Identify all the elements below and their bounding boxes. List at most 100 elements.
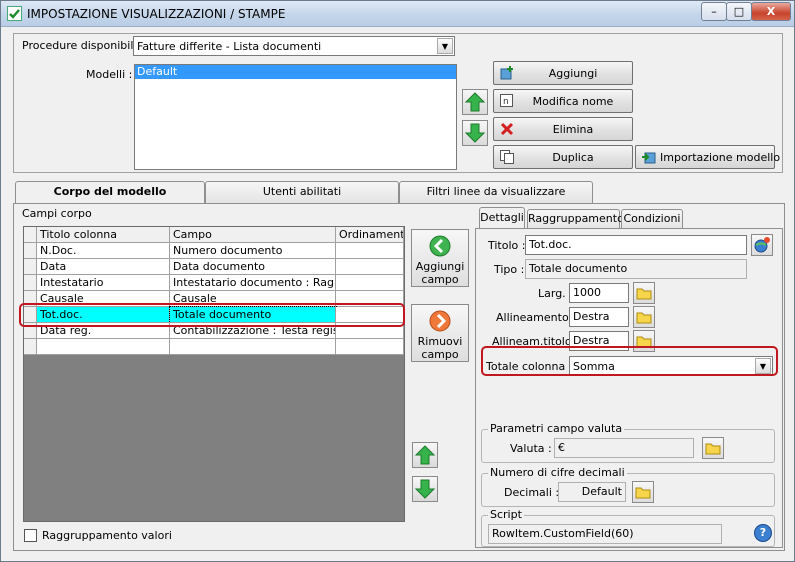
row-selector[interactable] xyxy=(24,243,37,259)
tab-filtri-linee[interactable]: Filtri linee da visualizzare xyxy=(399,181,593,203)
aggiungi-campo-line2: campo xyxy=(421,273,459,286)
tab-corpo-modello[interactable]: Corpo del modello xyxy=(15,181,205,205)
main-window: IMPOSTAZIONE VISUALIZZAZIONI / STAMPE – … xyxy=(0,0,795,562)
titolo-label: Titolo : xyxy=(488,239,526,252)
column-header-ordinamento[interactable]: Ordinamento xyxy=(336,227,404,243)
arrow-down-icon xyxy=(464,123,486,143)
elimina-button[interactable]: Elimina xyxy=(493,117,633,141)
help-icon[interactable]: ? xyxy=(754,524,772,542)
move-down-model-button[interactable] xyxy=(462,120,488,146)
elimina-label: Elimina xyxy=(552,123,594,136)
table-cell-campo[interactable]: Data documento xyxy=(170,259,336,275)
app-checkmark-icon xyxy=(7,6,22,21)
move-up-model-button[interactable] xyxy=(462,89,488,115)
procedure-label: Procedure disponibili : xyxy=(22,39,144,52)
table-cell-ord[interactable] xyxy=(336,275,404,291)
arrow-left-green-icon xyxy=(429,235,451,257)
arrow-down-icon xyxy=(414,479,436,499)
import-icon xyxy=(641,149,657,165)
table-cell-ord[interactable] xyxy=(336,243,404,259)
modelli-list-item[interactable]: Default xyxy=(135,65,456,79)
importazione-modello-button[interactable]: Importazione modello xyxy=(635,145,781,169)
duplica-button[interactable]: Duplica xyxy=(493,145,633,169)
close-button[interactable]: X xyxy=(751,2,791,21)
allineamento-folder-button[interactable] xyxy=(633,306,655,328)
table-cell-titolo[interactable]: Data xyxy=(37,259,170,275)
decimali-folder-button[interactable] xyxy=(632,481,654,503)
arrow-up-icon xyxy=(414,445,436,465)
rimuovi-campo-line2: campo xyxy=(421,348,459,361)
parametri-valuta-group: Parametri campo valuta Valuta : € xyxy=(481,422,775,463)
raggruppamento-valori-checkbox[interactable] xyxy=(24,529,37,542)
column-header-titolo[interactable]: Titolo colonna xyxy=(37,227,170,243)
rimuovi-campo-line1: Rimuovi xyxy=(417,335,463,348)
valuta-folder-button[interactable] xyxy=(702,437,724,459)
move-up-field-button[interactable] xyxy=(412,442,438,468)
campi-corpo-grid[interactable]: Titolo colonna Campo Ordinamento N.Doc.N… xyxy=(23,226,405,522)
modifica-label: Modifica nome xyxy=(532,95,614,108)
aggiungi-label: Aggiungi xyxy=(548,67,598,80)
folder-icon xyxy=(705,443,721,455)
tab-utenti-abilitati[interactable]: Utenti abilitati xyxy=(205,181,399,203)
arrow-up-icon xyxy=(464,92,486,112)
table-cell-campo[interactable]: Intestatario documento : Ragion... xyxy=(170,275,336,291)
tab-dettagli[interactable]: Dettagli xyxy=(479,207,525,229)
modelli-list[interactable]: Default xyxy=(134,64,457,170)
rimuovi-campo-button[interactable]: Rimuovi campo xyxy=(411,304,469,362)
move-down-field-button[interactable] xyxy=(412,476,438,502)
folder-icon xyxy=(636,288,652,300)
chevron-down-icon[interactable]: ▼ xyxy=(437,38,453,54)
highlight-selected-row xyxy=(19,303,405,327)
title-bar: IMPOSTAZIONE VISUALIZZAZIONI / STAMPE – … xyxy=(1,1,794,27)
allineamento-input[interactable]: Destra xyxy=(569,307,629,327)
table-cell-campo[interactable]: Numero documento xyxy=(170,243,336,259)
aggiungi-campo-line1: Aggiungi xyxy=(415,260,465,273)
modifica-nome-button[interactable]: n Modifica nome xyxy=(493,89,633,113)
raggruppamento-valori-label: Raggruppamento valori xyxy=(42,529,172,542)
minimize-button[interactable]: – xyxy=(701,2,727,21)
valuta-field: € xyxy=(554,438,694,458)
procedure-panel: Procedure disponibili : Fatture differit… xyxy=(13,33,783,173)
table-cell-ord[interactable] xyxy=(336,339,404,355)
column-header-campo[interactable]: Campo xyxy=(170,227,336,243)
table-cell-campo[interactable] xyxy=(170,339,336,355)
add-db-icon xyxy=(499,65,515,81)
table-cell-ord[interactable] xyxy=(336,259,404,275)
globe-button[interactable] xyxy=(751,234,773,256)
script-group: Script RowItem.CustomField(60) ? xyxy=(481,508,775,547)
aggiungi-campo-button[interactable]: Aggiungi campo xyxy=(411,229,469,287)
script-title: Script xyxy=(488,508,524,521)
table-cell-titolo[interactable] xyxy=(37,339,170,355)
procedure-value: Fatture differite - Lista documenti xyxy=(137,40,322,53)
dettagli-panel: Titolo : Tot.doc. Tipo : Totale document… xyxy=(475,228,783,548)
arrow-right-orange-icon xyxy=(429,310,451,332)
larg-folder-button[interactable] xyxy=(633,282,655,304)
row-selector[interactable] xyxy=(24,259,37,275)
svg-text:n: n xyxy=(503,97,509,107)
duplicate-icon xyxy=(499,149,515,165)
window-title: IMPOSTAZIONE VISUALIZZAZIONI / STAMPE xyxy=(27,7,286,21)
titolo-input[interactable]: Tot.doc. xyxy=(525,235,747,255)
tab-raggruppamento[interactable]: Raggruppamento xyxy=(527,209,624,229)
tab-condizioni[interactable]: Condizioni xyxy=(621,209,683,229)
grid-corner xyxy=(24,227,37,243)
corpo-panel: Campi corpo Titolo colonna Campo Ordinam… xyxy=(13,203,785,551)
folder-icon xyxy=(636,312,652,324)
larg-input[interactable]: 1000 xyxy=(569,283,629,303)
tipo-field: Totale documento xyxy=(525,259,747,279)
aggiungi-button[interactable]: Aggiungi xyxy=(493,61,633,85)
table-cell-titolo[interactable]: N.Doc. xyxy=(37,243,170,259)
procedure-select[interactable]: Fatture differite - Lista documenti ▼ xyxy=(133,36,455,56)
modelli-label: Modelli : xyxy=(86,68,133,81)
table-cell-titolo[interactable]: Intestatario xyxy=(37,275,170,291)
globe-icon xyxy=(754,237,770,253)
maximize-button[interactable]: □ xyxy=(726,2,752,21)
delete-x-icon xyxy=(499,121,515,137)
tipo-label: Tipo : xyxy=(494,263,525,276)
importazione-label: Importazione modello xyxy=(660,151,781,164)
row-selector[interactable] xyxy=(24,275,37,291)
rename-icon: n xyxy=(499,93,515,109)
duplica-label: Duplica xyxy=(552,151,594,164)
row-selector[interactable] xyxy=(24,339,37,355)
campi-corpo-label: Campi corpo xyxy=(22,207,92,220)
